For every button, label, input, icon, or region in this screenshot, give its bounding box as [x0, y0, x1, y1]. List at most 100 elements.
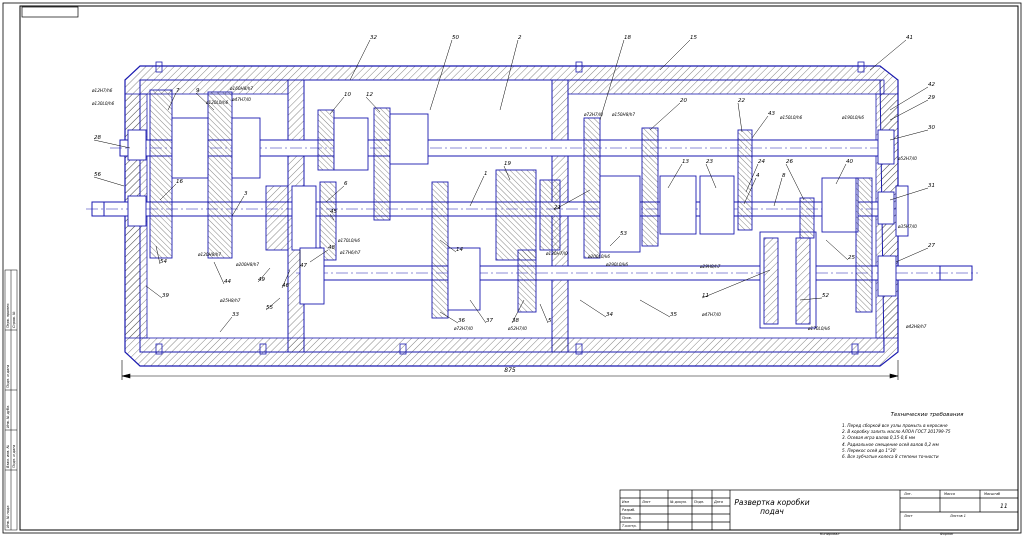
tb-sheet: Лист	[903, 514, 914, 518]
fit-label: ø47Н7/l0	[231, 97, 251, 102]
stamp-sign-date-2: Подп. и дата	[12, 445, 16, 468]
tech-requirements: Технические требования 1. Перед сборкой …	[842, 412, 1018, 482]
fit-label: ø72Н7/l0	[453, 326, 473, 331]
stamp-dup-inv: Инв. № дубл.	[6, 405, 10, 428]
fit-label: ø130Н7/l0	[545, 251, 568, 256]
fit-label: ø72Н7/l0	[583, 112, 603, 117]
sheet-code: 11	[1000, 503, 1008, 510]
corner-code-box	[21, 6, 79, 18]
callout-number: 25	[848, 255, 855, 261]
callout-number: 24	[758, 159, 765, 165]
tb-col-lit: Лит.	[903, 492, 912, 496]
fit-label: ø52Н7/l0	[507, 326, 527, 331]
callout-number: 54	[160, 259, 167, 265]
callout-number: 32	[370, 35, 377, 41]
fit-label: ø150L0/h6	[779, 115, 803, 120]
tb-header-date: Дата	[713, 500, 723, 504]
dimension-value: 875	[504, 367, 516, 374]
tech-req-item: 6. Все зубчатые колеса 8 степени точност…	[842, 454, 939, 460]
fit-label: ø190L0/k6	[841, 115, 864, 120]
fit-label: ø120L0/h6	[205, 100, 229, 105]
fit-label: ø17Н6/h7	[339, 250, 361, 255]
stamp-first-use: Перв. примен.	[6, 303, 10, 328]
callout-number: 19	[504, 161, 511, 167]
fit-label: ø120Н8/h7	[197, 252, 221, 257]
callout-number: 4	[756, 173, 760, 179]
callout-number: 55	[266, 305, 273, 311]
callout-number: 44	[224, 279, 231, 285]
fit-label: ø52Н7/l0	[897, 156, 917, 161]
callout-number: 35	[670, 312, 677, 318]
callout-number: 10	[344, 92, 351, 98]
callout-number: 12	[366, 92, 373, 98]
tb-col-scale: Масштаб	[984, 492, 1000, 496]
callout-number: 15	[690, 35, 697, 41]
callout-number: 16	[176, 179, 183, 185]
callout-number: 21	[554, 205, 561, 211]
stamp-orig-inv: Инв. № подл.	[6, 505, 10, 528]
tb-role-check: Пров.	[622, 516, 632, 520]
fit-label: ø290L0/k6	[605, 262, 628, 267]
callout-number: 45	[330, 209, 337, 215]
callout-number: 9	[196, 88, 200, 94]
callout-number: 39	[162, 293, 169, 299]
callout-leader	[869, 39, 907, 71]
callout-number: 52	[822, 293, 829, 299]
callout-number: 42	[928, 82, 935, 88]
callout-number: 47	[300, 263, 307, 269]
callout-number: 23	[706, 159, 713, 165]
callout-number: 31	[928, 183, 935, 189]
fit-label: ø170L0/k6	[337, 238, 360, 243]
callout-number: 33	[232, 312, 239, 318]
callout-number: 27	[928, 243, 935, 249]
callout-leader	[93, 176, 125, 187]
stamp-ref-no: Справ. №	[12, 311, 16, 328]
fit-label: ø200L0/k6	[587, 254, 610, 259]
callout-number: 49	[258, 277, 265, 283]
callout-number: 40	[846, 159, 853, 165]
callout-number: 46	[282, 283, 289, 289]
fit-label: ø47Н7/l0	[701, 312, 721, 317]
callout-number: 34	[606, 312, 613, 318]
callout-number: 8	[782, 173, 786, 179]
callout-number: 20	[680, 98, 687, 104]
fit-label: ø25Н8/h7	[219, 298, 241, 303]
callout-number: 53	[620, 231, 627, 237]
tb-header-doc: № докум.	[669, 500, 687, 504]
tb-header-list: Лист	[641, 500, 652, 504]
callout-number: 7	[176, 88, 180, 94]
tb-header-izm: Изм	[622, 500, 629, 504]
callout-number: 56	[94, 172, 101, 178]
callout-number: 28	[94, 135, 101, 141]
fit-label: ø170L0/k6	[807, 326, 830, 331]
fit-label: ø12Н7/h6	[91, 88, 113, 93]
callout-number: 11	[702, 293, 709, 299]
callout-number: 48	[328, 245, 335, 251]
callout-number: 5	[548, 318, 552, 324]
stamp-sign-date-1: Подп. и дата	[6, 365, 10, 388]
stamp-repl-inv: Взам. инв. №	[6, 445, 10, 468]
callout-number: 6	[344, 181, 348, 187]
callout-number: 30	[928, 125, 935, 131]
tb-role-dev: Разраб.	[622, 508, 635, 512]
fit-label: ø160Н8/h7	[229, 86, 253, 91]
fit-label: ø29Н8/h7	[699, 264, 721, 269]
callout-number: 50	[452, 35, 459, 41]
tb-header-sign: Подп.	[694, 500, 704, 504]
fit-label: ø130L0/h6	[91, 101, 115, 106]
callout-number: 29	[928, 95, 935, 101]
callout-number: 36	[458, 318, 465, 324]
tb-col-mass: Масса	[944, 492, 955, 496]
callout-number: 3	[244, 191, 248, 197]
callout-number: 13	[682, 159, 689, 165]
title-block	[619, 489, 1019, 531]
tb-sheets: Листов 1	[949, 514, 966, 518]
callout-number: 2	[518, 35, 522, 41]
fit-label: ø42Н8/h7	[905, 324, 927, 329]
callout-number: 14	[456, 247, 463, 253]
fit-label: ø35Н7/l0	[897, 224, 917, 229]
callout-number: 37	[486, 318, 493, 324]
tb-copied: Копировал	[820, 532, 840, 536]
callout-number: 43	[768, 111, 775, 117]
tb-format: Формат	[940, 532, 955, 536]
